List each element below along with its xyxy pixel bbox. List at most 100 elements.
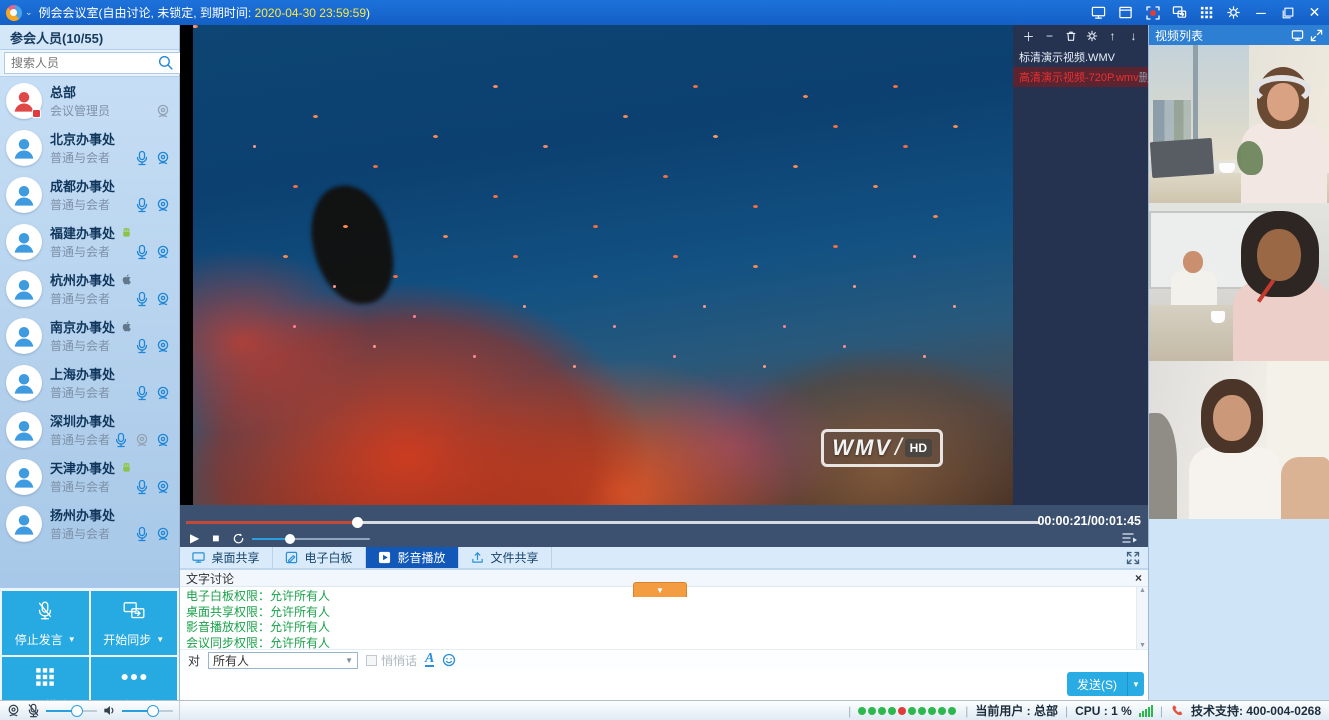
playlist-add-icon[interactable]: ＋ — [1022, 30, 1035, 43]
camera-icon[interactable] — [155, 385, 171, 401]
playlist-settings-icon[interactable] — [1085, 30, 1098, 43]
camera-icon[interactable] — [155, 432, 171, 448]
whisper-checkbox[interactable] — [366, 655, 377, 666]
tab-label: 影音播放 — [397, 549, 445, 566]
scroll-up-icon[interactable]: ▲ — [1139, 587, 1146, 594]
camera-icon[interactable] — [155, 338, 171, 354]
send-button[interactable]: 发送(S) ▼ — [1067, 672, 1144, 696]
participant-row[interactable]: 南京办事处 普通与会者 — [0, 312, 179, 359]
stop-speaking-button[interactable]: 停止发言▼ — [2, 591, 89, 655]
speaker-volume-slider[interactable] — [122, 705, 173, 717]
camera-status-icon[interactable] — [6, 703, 21, 718]
speaker-icon[interactable] — [102, 703, 117, 718]
video-thumbnail[interactable] — [1149, 361, 1329, 519]
display-grid-icon[interactable] — [1198, 4, 1215, 21]
tab-whiteboard[interactable]: 电子白板 — [273, 547, 366, 568]
speaker-volume-thumb[interactable] — [147, 705, 159, 717]
mic-volume-slider[interactable] — [46, 705, 97, 717]
thumbnail-art — [1153, 100, 1191, 145]
participant-row[interactable]: 杭州办事处 普通与会者 — [0, 265, 179, 312]
search-icon[interactable] — [157, 54, 175, 72]
participant-row[interactable]: 扬州办事处 普通与会者 — [0, 500, 179, 547]
video-wall-icon[interactable] — [1291, 29, 1304, 42]
current-user: 当前用户 : 总部 — [975, 702, 1058, 719]
participant-row[interactable]: 深圳办事处 普通与会者 — [0, 406, 179, 453]
mic-icon[interactable] — [134, 526, 150, 542]
mic-icon[interactable] — [134, 197, 150, 213]
mic-icon[interactable] — [134, 385, 150, 401]
participant-row[interactable]: 天津办事处 普通与会者 — [0, 453, 179, 500]
mic-icon[interactable] — [134, 338, 150, 354]
stop-button[interactable]: ■ — [212, 531, 219, 545]
playlist-move-up-icon[interactable]: ↑ — [1106, 30, 1119, 43]
font-format-icon[interactable]: A — [425, 653, 434, 667]
participant-row-admin[interactable]: 总部 会议管理员 — [0, 77, 179, 124]
playlist-item[interactable]: 标清演示视频.WMV — [1013, 47, 1148, 67]
media-video-frame[interactable]: WMV / HD — [193, 25, 1013, 505]
participant-row[interactable]: 福建办事处 普通与会者 — [0, 218, 179, 265]
minimize-button[interactable] — [1252, 4, 1269, 21]
video-thumbnail[interactable] — [1149, 203, 1329, 361]
search-input[interactable] — [4, 52, 181, 74]
logo-dropdown-icon[interactable]: ⌄ — [25, 7, 33, 18]
camera-icon[interactable] — [155, 244, 171, 260]
mic-volume-thumb[interactable] — [71, 705, 83, 717]
camera-icon[interactable] — [155, 103, 171, 119]
expand-panel-icon[interactable] — [1310, 29, 1323, 42]
camera-icon[interactable] — [155, 291, 171, 307]
screen-share-icon[interactable] — [1090, 4, 1107, 21]
replay-button[interactable] — [232, 532, 245, 545]
playlist-item-selected[interactable]: 高清演示视频-720P.wmv删除 — [1013, 67, 1148, 87]
participant-row[interactable]: 上海办事处 普通与会者 — [0, 359, 179, 406]
delete-file-link[interactable]: 删除 — [1139, 69, 1148, 85]
chat-scrollbar[interactable]: ▲▼ — [1136, 587, 1148, 649]
tab-desktop-share[interactable]: 桌面共享 — [180, 547, 273, 568]
tab-file-share[interactable]: 文件共享 — [459, 547, 552, 568]
playlist-remove-icon[interactable]: − — [1043, 30, 1056, 43]
to-label: 对 — [188, 652, 200, 669]
settings-gear-icon[interactable] — [1225, 4, 1242, 21]
record-icon[interactable] — [1144, 4, 1161, 21]
mic-icon[interactable] — [134, 150, 150, 166]
participant-row[interactable]: 北京办事处 普通与会者 — [0, 124, 179, 171]
chat-close-icon[interactable]: × — [1135, 571, 1142, 585]
participant-row[interactable]: 成都办事处 普通与会者 — [0, 171, 179, 218]
dropdown-caret-icon[interactable]: ▼ — [68, 635, 76, 644]
playlist-trash-icon[interactable] — [1064, 30, 1077, 43]
mic-icon[interactable] — [113, 432, 129, 448]
mic-icon[interactable] — [134, 479, 150, 495]
scroll-down-icon[interactable]: ▼ — [1139, 642, 1146, 649]
tab-media-playback[interactable]: 影音播放 — [366, 547, 459, 568]
seek-thumb[interactable] — [352, 517, 363, 528]
titlebar: ⌄ 例会会议室(自由讨论, 未锁定, 到期时间: 2020-04-30 23:5… — [0, 0, 1329, 25]
mic-muted-status-icon[interactable] — [26, 703, 41, 718]
dropdown-caret-icon[interactable]: ▼ — [156, 635, 164, 644]
window-mode-icon[interactable] — [1117, 4, 1134, 21]
camera-disabled-icon[interactable] — [134, 432, 150, 448]
chat-input-area[interactable]: 发送(S) ▼ — [180, 670, 1148, 699]
mic-icon[interactable] — [134, 291, 150, 307]
playlist-toggle-icon[interactable] — [1122, 532, 1138, 544]
emoji-icon[interactable] — [442, 653, 456, 667]
camera-icon[interactable] — [155, 526, 171, 542]
camera-icon[interactable] — [155, 150, 171, 166]
player-volume-slider[interactable] — [252, 538, 370, 540]
participant-name: 杭州办事处 — [50, 270, 115, 289]
seek-bar[interactable] — [186, 521, 1040, 524]
send-options-caret[interactable]: ▼ — [1127, 672, 1144, 696]
mic-icon[interactable] — [134, 244, 150, 260]
whisper-option[interactable]: 悄悄话 — [366, 652, 417, 669]
play-button[interactable]: ▶ — [190, 531, 199, 545]
maximize-button[interactable] — [1279, 4, 1296, 21]
video-thumbnail[interactable] — [1149, 45, 1329, 203]
recipient-select[interactable]: 所有人 ▼ — [208, 652, 358, 669]
start-sync-button[interactable]: 开始同步▼ — [91, 591, 178, 655]
sync-screens-icon[interactable] — [1171, 4, 1188, 21]
playlist-move-down-icon[interactable]: ↓ — [1127, 30, 1140, 43]
volume-thumb[interactable] — [285, 534, 295, 544]
chat-collapse-handle[interactable]: ▼ — [633, 582, 687, 597]
camera-icon[interactable] — [155, 197, 171, 213]
camera-icon[interactable] — [155, 479, 171, 495]
fullscreen-icon[interactable] — [1126, 551, 1140, 565]
close-button[interactable]: ✕ — [1306, 4, 1323, 21]
